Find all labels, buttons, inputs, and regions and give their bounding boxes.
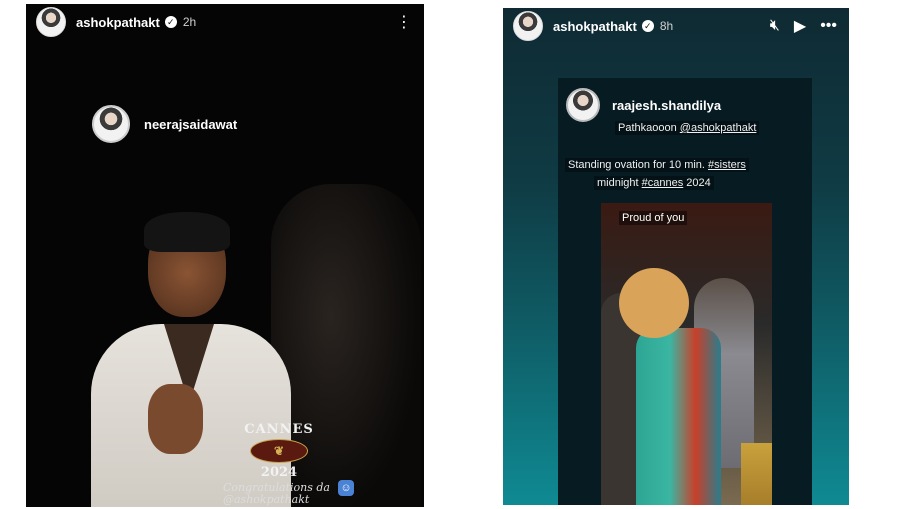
username[interactable]: ashokpathakt	[553, 19, 637, 34]
verified-badge-icon: ✓	[641, 20, 654, 32]
cannes-title: CANNES	[244, 422, 314, 437]
mute-icon[interactable]: 🔇︎	[770, 17, 780, 35]
mention-username: neerajsaidawat	[144, 116, 238, 132]
story-photo	[26, 154, 424, 507]
more-horizontal-icon[interactable]: •••	[820, 17, 837, 35]
mention-sticker[interactable]: neerajsaidawat	[92, 105, 237, 143]
cannes-logo: CANNES ❦ 2024	[244, 422, 314, 480]
woman-dress	[636, 328, 721, 505]
mention-avatar	[92, 105, 130, 143]
play-icon[interactable]: ▶	[794, 16, 806, 36]
story-header-left: ashokpathakt ✓ 2h ⋮	[26, 4, 424, 40]
video-caption: Proud of you	[619, 211, 688, 225]
story-left[interactable]: ashokpathakt ✓ 2h ⋮ neerajsaidawat CANNE…	[26, 4, 424, 507]
header-actions: ⋮	[396, 12, 412, 32]
reposted-story-card[interactable]: raajesh.shandilya Pathkaooon @ashokpatha…	[558, 78, 812, 505]
username[interactable]: ashokpathakt	[76, 15, 160, 30]
profile-avatar[interactable]	[36, 7, 66, 37]
hashtag-link[interactable]: #sisters	[708, 159, 746, 171]
hashtag-link[interactable]: #cannes	[642, 177, 684, 189]
congrats-text: Congratulations da @ashokpathakt	[223, 482, 330, 506]
story-right[interactable]: ashokpathakt ✓ 8h 🔇︎ ▶ ••• raajesh.shand…	[503, 8, 849, 505]
caption-line-1: Pathkaooon @ashokpathakt	[615, 121, 760, 135]
caption-text: Standing ovation for 10 min.	[568, 159, 709, 171]
more-vertical-icon[interactable]: ⋮	[396, 12, 412, 32]
post-time: 8h	[659, 19, 674, 33]
woman-hair	[619, 268, 689, 338]
caption-line-3: midnight #cannes 2024	[594, 176, 714, 190]
header-actions: 🔇︎ ▶ •••	[770, 16, 837, 36]
verified-badge-icon: ✓	[164, 16, 177, 28]
caption-text: Pathkaooon	[618, 122, 680, 134]
post-time: 2h	[182, 15, 197, 29]
profile-avatar[interactable]	[513, 11, 543, 41]
hug-emoji-icon: ☺	[338, 480, 354, 496]
caption-line-2: Standing ovation for 10 min. #sisters	[565, 158, 749, 172]
repost-header: raajesh.shandilya	[566, 88, 721, 122]
mention-link[interactable]: @ashokpathakt	[680, 122, 757, 134]
repost-username: raajesh.shandilya	[612, 97, 722, 113]
palm-d-or-icon: ❦	[250, 439, 308, 463]
caption-text: 2024	[683, 177, 711, 189]
person-hair	[144, 212, 230, 252]
person-hands	[148, 384, 203, 454]
congrats-line-2[interactable]: @ashokpathakt	[223, 494, 330, 506]
story-header-right: ashokpathakt ✓ 8h 🔇︎ ▶ •••	[503, 8, 849, 44]
repost-avatar	[566, 88, 600, 122]
video-frame[interactable]: Proud of you	[601, 203, 772, 505]
theater-seat	[741, 443, 772, 505]
caption-text: midnight	[597, 177, 642, 189]
cannes-year: 2024	[260, 465, 298, 480]
